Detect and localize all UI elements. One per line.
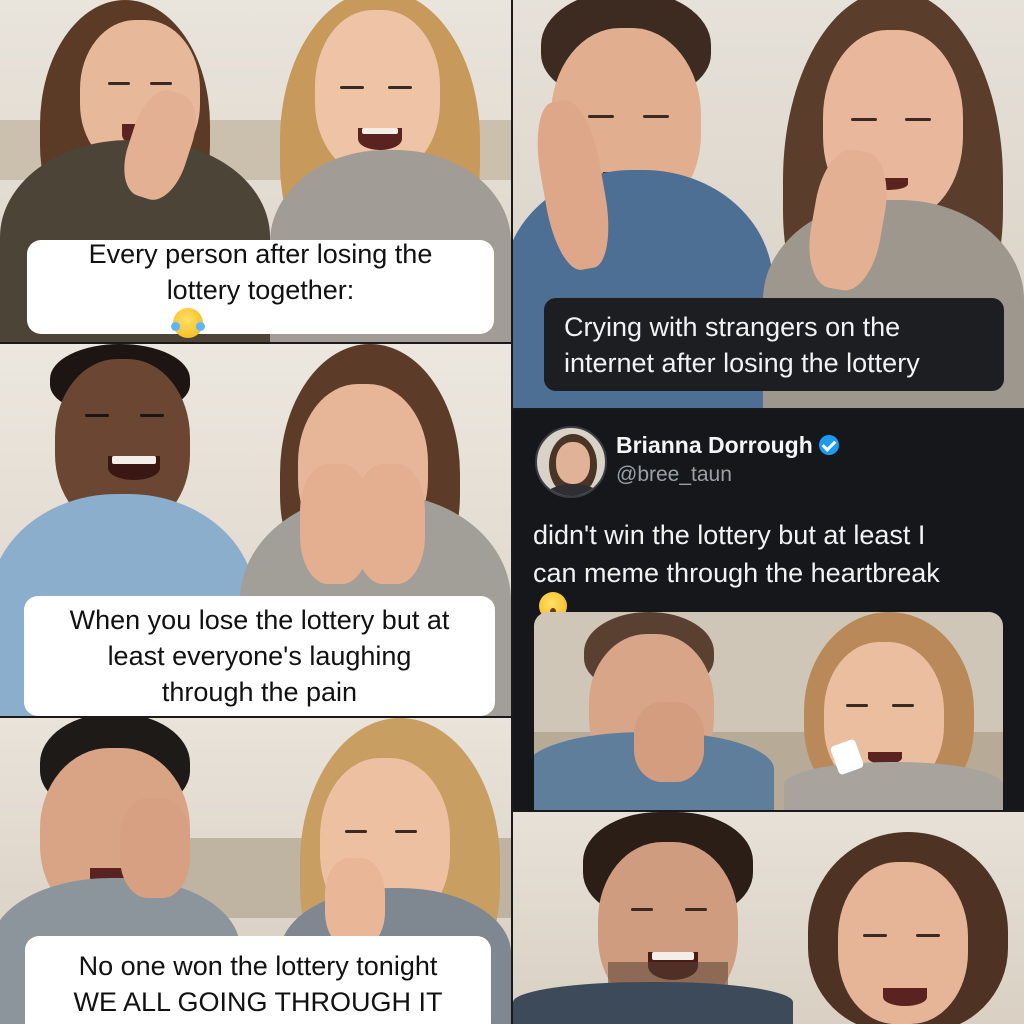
caption-line: WE ALL GOING THROUGH IT xyxy=(73,987,443,1017)
display-name-text: Brianna Dorrough xyxy=(616,432,813,458)
man-laughing-curly-hair xyxy=(513,812,793,1024)
caption-line: through the pain xyxy=(161,677,358,707)
caption-box-bottom-left: No one won the lottery tonight WE ALL GO… xyxy=(25,936,491,1024)
caption-line: lottery together: xyxy=(166,275,355,305)
meme-panel-bottom-right xyxy=(513,812,1024,1024)
caption-line: internet after losing the lottery xyxy=(564,347,920,378)
meme-panel-middle-left: When you lose the lottery but at least e… xyxy=(0,344,511,716)
caption-line: Every person after losing the xyxy=(88,239,433,269)
meme-panel-top-left: Every person after losing the lottery to… xyxy=(0,0,511,342)
meme-panel-top-right: Crying with strangers on the internet af… xyxy=(513,0,1024,408)
tweet-display-name[interactable]: Brianna Dorrough xyxy=(616,432,839,459)
avatar[interactable] xyxy=(535,426,607,498)
meme-panel-bottom-left: No one won the lottery tonight WE ALL GO… xyxy=(0,718,511,1024)
photo-laughing-man-sad-woman xyxy=(513,812,1024,1024)
tweet-text-line: can meme through the heartbreak xyxy=(533,558,940,588)
caption-box-top-right: Crying with strangers on the internet af… xyxy=(544,298,1004,391)
woman-sad xyxy=(798,812,1024,1024)
caption-box-middle-left: When you lose the lottery but at least e… xyxy=(24,596,495,716)
caption-line: least everyone's laughing xyxy=(107,641,412,671)
caption-box-top-left: Every person after losing the lottery to… xyxy=(27,239,494,338)
verified-badge-icon xyxy=(818,435,839,455)
tweet-card[interactable]: Brianna Dorrough @bree_taun didn't win t… xyxy=(513,410,1024,810)
caption-line: Crying with strangers on the xyxy=(564,311,901,342)
caption-line: No one won the lottery tonight xyxy=(78,951,438,981)
tweet-media-image[interactable] xyxy=(534,612,1003,810)
tweet-handle[interactable]: @bree_taun xyxy=(616,463,732,487)
laughing-tears-emoji-icon xyxy=(170,308,205,338)
man-crying-in-media xyxy=(534,612,774,810)
caption-line: When you lose the lottery but at xyxy=(69,605,450,635)
woman-crying-in-media xyxy=(784,612,1003,810)
tweet-text-line: didn't win the lottery but at least I xyxy=(533,520,926,550)
tweet-text: didn't win the lottery but at least I ca… xyxy=(533,516,1013,620)
